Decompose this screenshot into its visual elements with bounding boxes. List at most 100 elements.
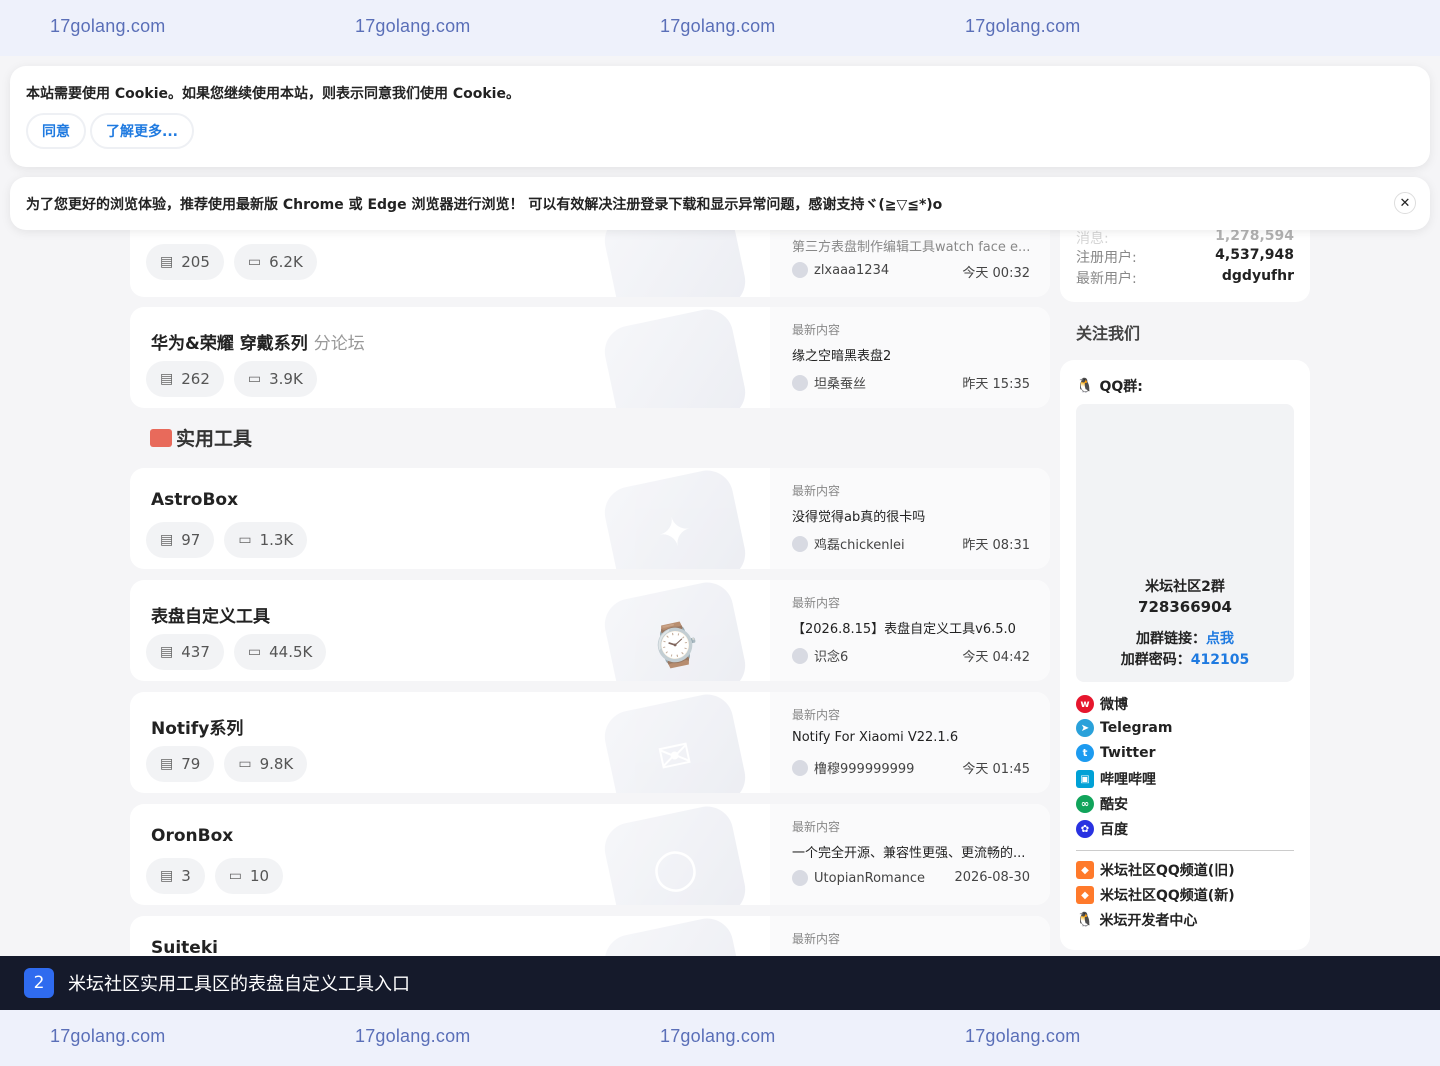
latest-title[interactable]: 没得觉得ab真的很卡吗 <box>792 506 1032 525</box>
forum-title-text: 华为&荣耀 穿戴系列 <box>151 334 308 354</box>
posts-pill: ▭ 44.5K <box>233 634 327 670</box>
forum-title[interactable]: 表盘自定义工具 <box>151 602 270 627</box>
threads-count: 3 <box>181 867 191 885</box>
forum-latest[interactable]: 最新内容 没得觉得ab真的很卡吗 鸡磊chickenlei 昨天 08:31 <box>770 468 1050 569</box>
agree-button[interactable]: 同意 <box>26 113 86 149</box>
forum-card-astrobox[interactable]: AstroBox ▤ 97 ▭ 1.3K ✦ 最新内容 没得觉得ab真的很卡吗 鸡磊… <box>130 468 1050 569</box>
section-title-text: 实用工具 <box>176 428 253 450</box>
watermark-text: 17golang.com <box>355 1026 471 1046</box>
watermark-bar-top: 17golang.com 17golang.com 17golang.com 1… <box>0 0 1440 56</box>
watermark-text: 17golang.com <box>660 1026 776 1046</box>
thread-icon: ▤ <box>160 371 174 387</box>
latest-author[interactable]: 橹穆999999999 <box>792 758 914 777</box>
watermark-text: 17golang.com <box>965 1026 1081 1046</box>
latest-label: 最新内容 <box>792 932 841 946</box>
newest-user-link[interactable]: dgdyufhr <box>1222 268 1294 288</box>
stat-label: 消息: <box>1076 231 1109 247</box>
avatar <box>792 759 808 776</box>
social-weibo[interactable]: w 微博 <box>1076 694 1128 714</box>
forum-title[interactable]: OronBox <box>151 826 233 846</box>
forum-latest[interactable]: 最新内容 Notify For Xiaomi V22.1.6 橹穆9999999… <box>770 692 1050 793</box>
latest-author[interactable]: 识念6 <box>792 646 848 665</box>
posts-count: 44.5K <box>269 643 313 661</box>
thread-icon: ▤ <box>160 532 174 548</box>
baidu-icon: ✿ <box>1076 820 1094 838</box>
channel-new[interactable]: ◆ 米坛社区QQ频道(新) <box>1076 885 1235 905</box>
latest-time: 昨天 15:35 <box>962 377 1030 392</box>
latest-author[interactable]: 坦桑蚕丝 <box>792 373 866 392</box>
social-baidu[interactable]: ✿ 百度 <box>1076 819 1128 839</box>
forum-latest[interactable]: 最新内容 缘之空暗黑表盘2 坦桑蚕丝 昨天 15:35 <box>770 307 1050 408</box>
forum-latest[interactable]: 最新内容 【2026.8.15】表盘自定义工具v6.5.0 识念6 今天 04:… <box>770 580 1050 681</box>
latest-title[interactable]: 缘之空暗黑表盘2 <box>792 345 1032 364</box>
task-text: 米坛社区实用工具区的表盘自定义工具入口 <box>68 974 410 995</box>
follow-title: 关注我们 <box>1076 324 1141 343</box>
threads-count: 437 <box>181 643 210 661</box>
forum-title[interactable]: AstroBox <box>151 490 238 510</box>
forum-title[interactable]: 华为&荣耀 穿戴系列 分论坛 <box>151 329 365 354</box>
author-name: 橹穆999999999 <box>814 762 915 777</box>
toolbox-icon <box>150 428 172 447</box>
group-number: 728366904 <box>1138 598 1232 616</box>
forum-stats: ▤ 97 ▭ 1.3K <box>146 522 308 558</box>
forum-title[interactable]: Suiteki <box>151 938 218 958</box>
threads-count: 205 <box>181 253 210 271</box>
twitter-icon: t <box>1076 744 1094 762</box>
divider <box>1076 850 1294 851</box>
channel-label: 米坛社区QQ频道(旧) <box>1100 863 1235 879</box>
forum-card[interactable]: 华为&荣耀 穿戴系列 分论坛 ▤ 262 ▭ 3.9K 最新内容 缘之空暗黑表盘2 坦… <box>130 307 1050 408</box>
latest-title[interactable]: 一个完全开源、兼容性更强、更流畅的... <box>792 842 1032 861</box>
latest-title[interactable]: 第三方表盘制作编辑工具watch face e... <box>792 236 1032 255</box>
stat-users: 注册用户: 4,537,948 <box>1076 247 1294 267</box>
forum-latest[interactable]: 最新内容 一个完全开源、兼容性更强、更流畅的... UtopianRomance… <box>770 804 1050 905</box>
comment-icon: ▭ <box>247 371 262 387</box>
latest-title[interactable]: 【2026.8.15】表盘自定义工具v6.5.0 <box>792 618 1032 637</box>
forum-card-watchface-tool[interactable]: 表盘自定义工具 ▤ 437 ▭ 44.5K ⌚ 最新内容 【2026.8.15】表盘… <box>130 580 1050 681</box>
browser-notice: 为了您更好的浏览体验，推荐使用最新版 Chrome 或 Edge 浏览器进行浏览… <box>10 177 1430 230</box>
avatar <box>792 374 808 391</box>
posts-count: 1.3K <box>259 531 294 549</box>
avatar <box>792 262 808 278</box>
telegram-icon: ➤ <box>1076 719 1094 737</box>
social-bilibili[interactable]: ▣ 哔哩哔哩 <box>1076 769 1156 789</box>
task-number: 2 <box>24 968 54 998</box>
latest-time: 2026-08-30 <box>954 870 1030 885</box>
social-label: 哔哩哔哩 <box>1100 772 1156 788</box>
comment-icon: ▭ <box>247 644 262 660</box>
forum-card-notify[interactable]: Notify系列 ▤ 79 ▭ 9.8K ✉ 最新内容 Notify For Xia… <box>130 692 1050 793</box>
latest-author[interactable]: 鸡磊chickenlei <box>792 534 905 553</box>
qq-channel-icon: ◆ <box>1076 886 1094 904</box>
avatar <box>792 535 808 552</box>
forum-card-oronbox[interactable]: OronBox ▤ 3 ▭ 10 ◯ 最新内容 一个完全开源、兼容性更强、更流畅的.… <box>130 804 1050 905</box>
join-link[interactable]: 点我 <box>1206 631 1234 647</box>
forum-subtitle: 分论坛 <box>313 334 365 354</box>
coolapk-icon: ∞ <box>1076 795 1094 813</box>
threads-pill: ▤ 3 <box>146 858 205 894</box>
latest-label: 最新内容 <box>792 484 841 498</box>
social-telegram[interactable]: ➤ Telegram <box>1076 719 1172 737</box>
close-icon[interactable]: ✕ <box>1394 192 1416 214</box>
latest-time: 今天 01:45 <box>962 762 1030 777</box>
qq-icon: 🐧 <box>1076 912 1094 928</box>
channel-old[interactable]: ◆ 米坛社区QQ频道(旧) <box>1076 860 1235 880</box>
developer-center[interactable]: 🐧 米坛开发者中心 <box>1076 910 1197 930</box>
latest-title[interactable]: Notify For Xiaomi V22.1.6 <box>792 730 1032 745</box>
posts-pill: ▭ 9.8K <box>224 746 308 782</box>
latest-author[interactable]: zlxaaa1234 <box>792 262 889 278</box>
latest-label: 最新内容 <box>792 708 841 722</box>
join-link-row: 加群链接：点我 <box>1076 628 1294 648</box>
latest-author[interactable]: UtopianRomance <box>792 870 925 886</box>
threads-pill: ▤ 262 <box>146 361 224 397</box>
social-coolapk[interactable]: ∞ 酷安 <box>1076 794 1128 814</box>
stat-label: 注册用户: <box>1076 250 1137 266</box>
posts-count: 9.8K <box>259 755 294 773</box>
forum-stats: ▤ 79 ▭ 9.8K <box>146 746 308 782</box>
qq-group-box: 米坛社区2群 728366904 加群链接：点我 加群密码：412105 <box>1076 404 1294 682</box>
forum-stats: ▤ 437 ▭ 44.5K <box>146 634 327 670</box>
watermark-text: 17golang.com <box>50 16 166 36</box>
social-twitter[interactable]: t Twitter <box>1076 744 1156 762</box>
latest-time: 昨天 08:31 <box>962 538 1030 553</box>
learn-more-button[interactable]: 了解更多... <box>90 113 194 149</box>
forum-title[interactable]: Notify系列 <box>151 714 243 739</box>
comment-icon: ▭ <box>228 868 243 884</box>
